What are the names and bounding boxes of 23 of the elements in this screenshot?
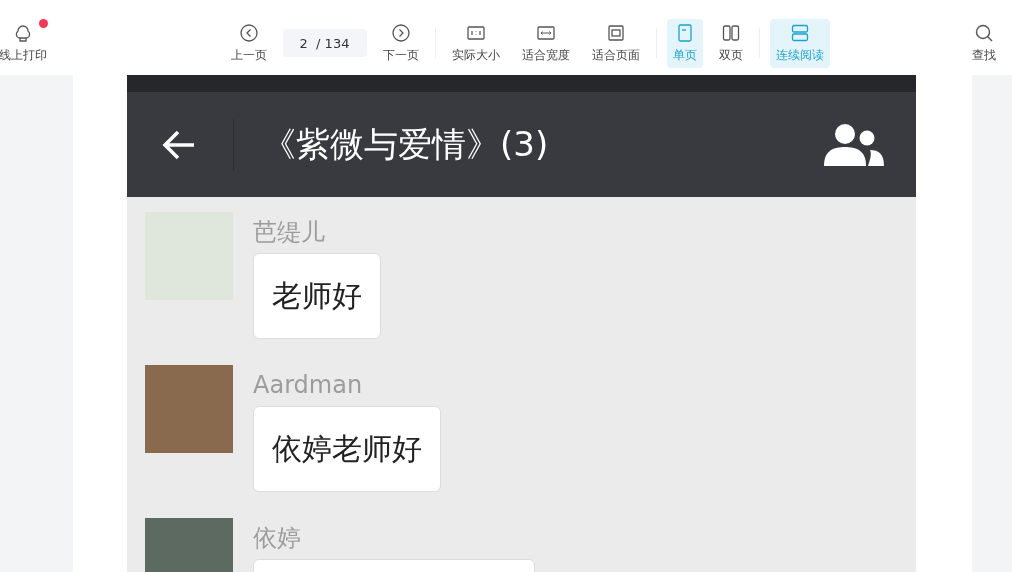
toolbar-button[interactable]: 下一页 bbox=[376, 18, 425, 68]
continuous-pages-icon bbox=[789, 22, 810, 43]
search-button[interactable]: 查找 bbox=[962, 18, 1006, 68]
toolbar-button[interactable]: 适合宽度 bbox=[515, 18, 576, 68]
page-number-field[interactable]: 2 / 134 bbox=[282, 29, 367, 57]
message-bubble: 依婷老师好 bbox=[253, 406, 441, 492]
double-page-icon bbox=[720, 22, 741, 43]
group-members-icon[interactable] bbox=[824, 121, 884, 168]
toolbar-button[interactable]: 实际大小 bbox=[445, 18, 506, 68]
toolbar-button[interactable]: 上一页 bbox=[224, 18, 273, 68]
sender-name: 芭缇儿 bbox=[253, 217, 325, 247]
cloud-icon bbox=[13, 22, 33, 43]
fit-page-icon bbox=[605, 22, 626, 43]
toolbar-button[interactable]: 适合页面 bbox=[585, 18, 646, 68]
sender-name: Aardman bbox=[253, 370, 363, 400]
message-bubble: 老师好 bbox=[253, 253, 381, 339]
chat-title: 《紫微与爱情》(3) bbox=[262, 122, 550, 166]
right-chevron-circle-icon bbox=[390, 22, 411, 43]
avatar-photo-placeholder[interactable] bbox=[145, 365, 233, 453]
sender-name: 依婷 bbox=[253, 523, 301, 553]
search-icon bbox=[974, 22, 994, 43]
left-chevron-circle-icon bbox=[238, 22, 259, 43]
view-mode-toggle[interactable]: 双页 bbox=[712, 18, 749, 68]
